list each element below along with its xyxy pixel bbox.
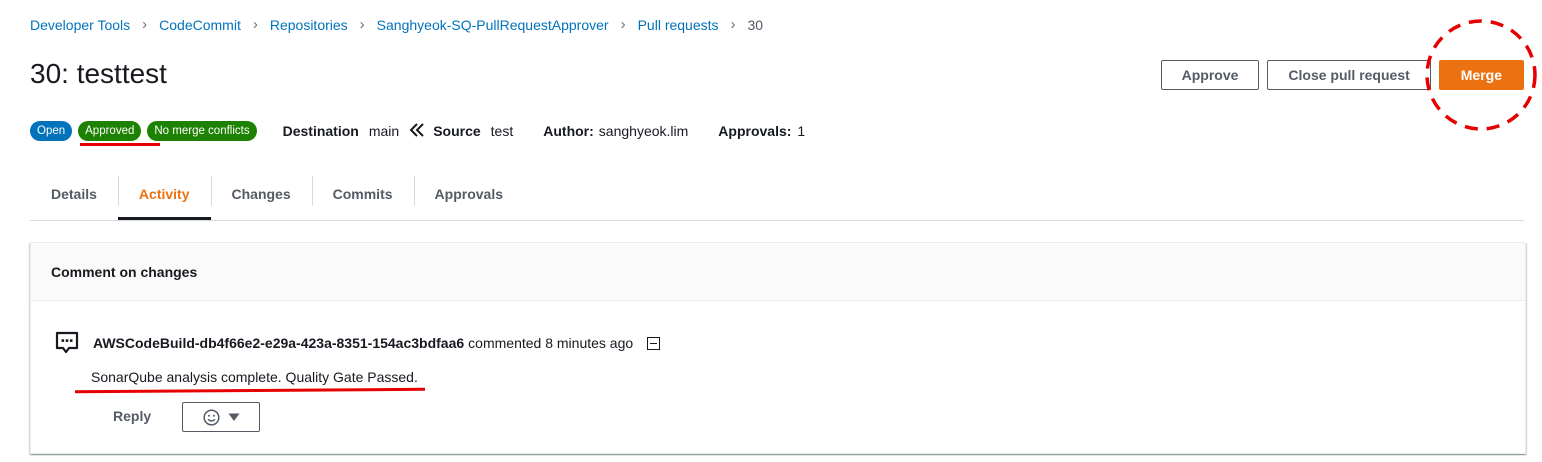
collapse-icon[interactable] bbox=[647, 336, 661, 350]
breadcrumb-codecommit[interactable]: CodeCommit bbox=[159, 17, 241, 33]
destination-value: main bbox=[368, 123, 400, 139]
author-value: sanghyeok.lim bbox=[598, 123, 689, 139]
breadcrumb-developer-tools[interactable]: Developer Tools bbox=[30, 17, 130, 33]
breadcrumb-repositories[interactable]: Repositories bbox=[270, 17, 348, 33]
double-chevron-left-icon bbox=[409, 122, 425, 140]
close-pull-request-button[interactable]: Close pull request bbox=[1267, 60, 1431, 90]
source-label: Source bbox=[433, 123, 481, 139]
tab-bar: Details Activity Changes Commits Approva… bbox=[30, 170, 1524, 221]
breadcrumb-current: 30 bbox=[747, 16, 764, 33]
chevron-right-icon: › bbox=[730, 16, 736, 33]
comment-body: SonarQube analysis complete. Quality Gat… bbox=[91, 369, 418, 385]
page-title: 30: testtest bbox=[30, 58, 167, 89]
breadcrumb-repository[interactable]: Sanghyeok-SQ-PullRequestApprover bbox=[377, 17, 609, 33]
source-value: test bbox=[490, 123, 514, 139]
panel-header: Comment on changes bbox=[31, 243, 1525, 301]
comment-header: AWSCodeBuild-db4f66e2-e29a-423a-8351-154… bbox=[55, 331, 661, 355]
breadcrumb-pull-requests[interactable]: Pull requests bbox=[638, 17, 719, 33]
header-actions: Approve Close pull request Merge bbox=[1160, 60, 1524, 90]
status-badge-open: Open bbox=[30, 121, 73, 141]
emoji-reaction-button[interactable] bbox=[182, 402, 260, 432]
author-label: Author: bbox=[543, 123, 594, 139]
merge-button[interactable]: Merge bbox=[1438, 60, 1524, 90]
approvals-label: Approvals: bbox=[718, 123, 792, 139]
activity-panel: Comment on changes AWSCodeBuild-db4f66e2… bbox=[30, 242, 1526, 454]
tab-approvals[interactable]: Approvals bbox=[413, 170, 524, 218]
approve-button[interactable]: Approve bbox=[1160, 60, 1260, 90]
caret-down-icon bbox=[228, 413, 240, 422]
tab-activity[interactable]: Activity bbox=[117, 170, 211, 220]
pull-request-meta: Open Approved No merge conflicts Destina… bbox=[30, 121, 815, 141]
tab-details[interactable]: Details bbox=[30, 170, 118, 218]
comment-timestamp: commented 8 minutes ago bbox=[468, 335, 634, 351]
comment-icon bbox=[55, 331, 79, 355]
status-badge-approved: Approved bbox=[78, 121, 142, 141]
approvals-value: 1 bbox=[797, 123, 806, 139]
annotation-underline-approved bbox=[80, 143, 160, 146]
chevron-right-icon: › bbox=[142, 16, 148, 33]
chevron-right-icon: › bbox=[252, 16, 258, 33]
tab-commits[interactable]: Commits bbox=[311, 170, 414, 218]
chevron-right-icon: › bbox=[620, 16, 626, 33]
tab-changes[interactable]: Changes bbox=[210, 170, 312, 218]
comment-author: AWSCodeBuild-db4f66e2-e29a-423a-8351-154… bbox=[93, 335, 465, 351]
smiley-icon bbox=[202, 408, 220, 426]
breadcrumb: Developer Tools › CodeCommit › Repositor… bbox=[30, 16, 763, 33]
reply-button[interactable]: Reply bbox=[113, 408, 151, 424]
status-badge-no-merge-conflicts: No merge conflicts bbox=[147, 121, 257, 141]
chevron-right-icon: › bbox=[359, 16, 365, 33]
destination-label: Destination bbox=[282, 123, 359, 139]
